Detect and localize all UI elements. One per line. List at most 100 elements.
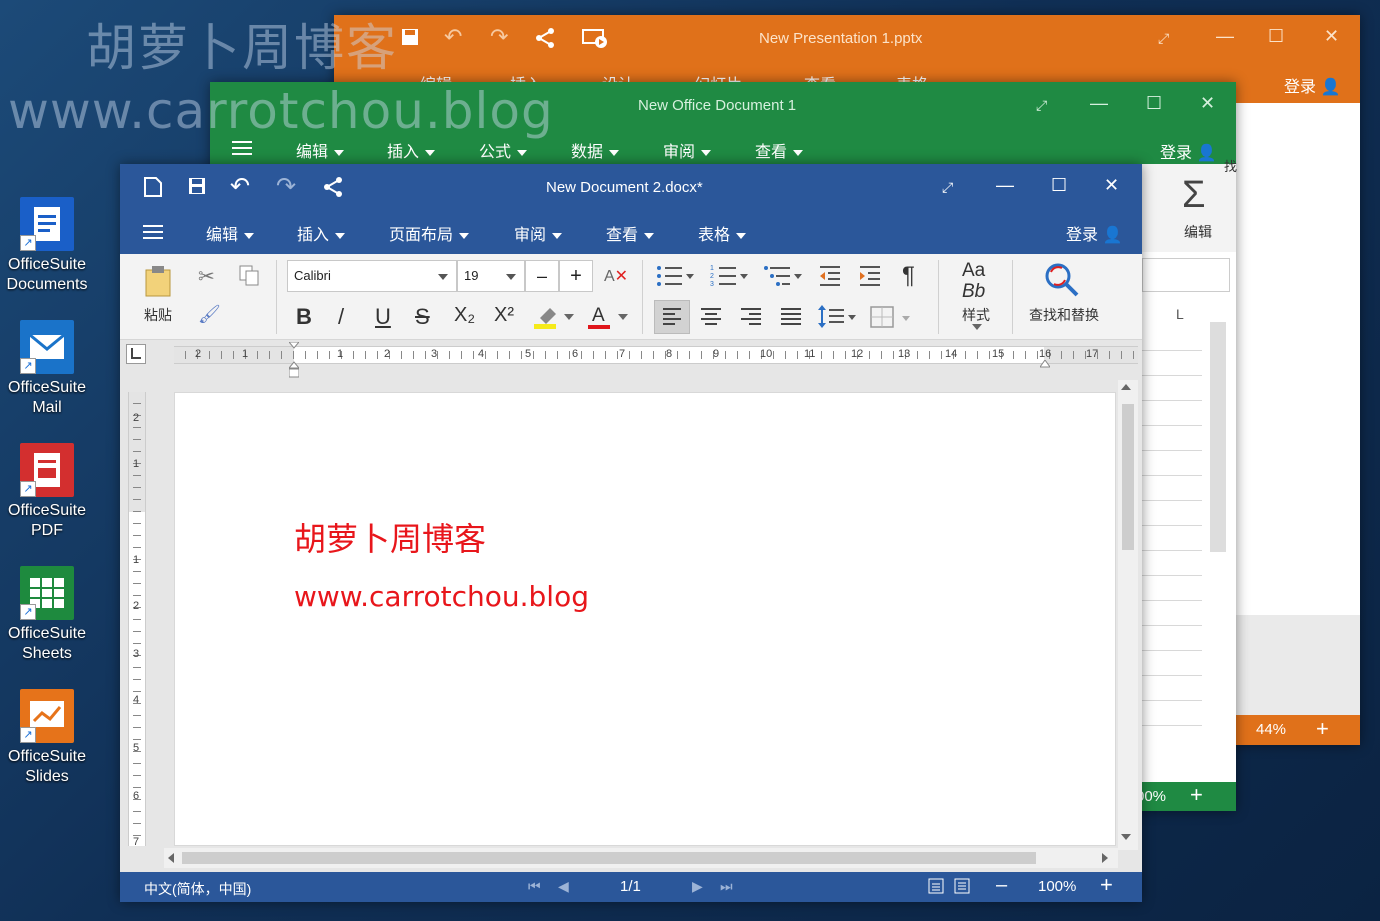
next-page-button[interactable]: ▶ (692, 878, 703, 895)
minimize-button[interactable]: — (996, 176, 1014, 194)
styles-preview-bb[interactable]: Bb (962, 281, 985, 303)
prev-page-button[interactable]: ◀ (558, 878, 569, 895)
superscript-button[interactable]: X² (494, 304, 514, 327)
maximize-button[interactable]: ☐ (1146, 94, 1162, 112)
redo-icon[interactable]: ↷ (490, 24, 508, 50)
zoom-in-button[interactable]: + (1100, 872, 1113, 898)
new-document-icon[interactable] (144, 177, 162, 197)
sheets-vscroll[interactable] (1210, 322, 1226, 552)
minimize-button[interactable]: — (1090, 94, 1108, 112)
multilevel-list-icon[interactable] (764, 264, 804, 288)
align-right-button[interactable] (740, 308, 762, 328)
clear-format-icon[interactable]: A✕ (604, 266, 628, 286)
login-button[interactable]: 登录 👤 (1284, 73, 1340, 97)
menu-table[interactable]: 表格 (698, 221, 747, 245)
font-size-select[interactable]: 19 (457, 260, 525, 292)
desktop-icon-mail[interactable]: ↗ OfficeSuite Mail (2, 320, 92, 418)
close-button[interactable]: ✕ (1200, 94, 1215, 112)
menu-formula[interactable]: 公式 (479, 138, 528, 162)
close-button[interactable]: ✕ (1104, 176, 1119, 194)
fullscreen-icon[interactable]: ⤢ (1036, 96, 1047, 114)
justify-button[interactable] (780, 308, 802, 328)
menu-review[interactable]: 审阅 (663, 138, 712, 162)
document-heading-text[interactable]: 胡萝卜周博客 (294, 514, 486, 560)
close-button[interactable]: ✕ (1324, 27, 1339, 45)
bold-button[interactable]: B (296, 304, 312, 330)
desktop-icon-slides[interactable]: ↗ OfficeSuite Slides (2, 689, 92, 787)
numbered-list-icon[interactable]: 123 (710, 264, 750, 288)
borders-icon[interactable] (870, 306, 916, 330)
underline-button[interactable]: U (375, 304, 391, 330)
formula-bar[interactable] (1142, 258, 1230, 292)
save-icon[interactable] (400, 27, 420, 47)
increase-indent-icon[interactable] (858, 264, 882, 288)
menu-edit[interactable]: 编辑 (206, 221, 255, 245)
vertical-scrollbar[interactable] (1118, 380, 1138, 850)
zoom-in-button[interactable]: + (1316, 716, 1329, 742)
sum-icon[interactable]: Σ (1182, 176, 1206, 214)
document-page[interactable] (174, 392, 1116, 846)
web-view-icon[interactable] (954, 878, 970, 894)
minimize-button[interactable]: — (1216, 27, 1234, 45)
page-view-icon[interactable] (928, 878, 944, 894)
login-button[interactable]: 登录 👤 (1160, 139, 1216, 163)
menu-view[interactable]: 查看 (606, 221, 655, 245)
styles-preview-aa[interactable]: Aa (962, 260, 985, 282)
login-button[interactable]: 登录 👤 (1066, 221, 1122, 245)
first-page-button[interactable]: ⏮ (528, 878, 541, 895)
strikethrough-button[interactable]: S (415, 304, 430, 330)
document-window[interactable]: ↶ ↷ New Document 2.docx* ⤢ — ☐ ✕ 编辑 插入 页… (120, 164, 1142, 902)
menu-layout[interactable]: 页面布局 (389, 221, 470, 245)
styles-dropdown-icon[interactable] (972, 324, 982, 330)
menu-insert[interactable]: 插入 (387, 138, 436, 162)
desktop-icon-documents[interactable]: ↗ OfficeSuite Documents (2, 197, 92, 295)
document-url-text[interactable]: www.carrotchou.blog (294, 580, 589, 613)
horizontal-scroll-thumb[interactable] (182, 852, 1036, 864)
styles-label[interactable]: 样式 (962, 305, 990, 325)
menu-insert[interactable]: 插入 (297, 221, 346, 245)
menu-review[interactable]: 审阅 (514, 221, 563, 245)
vertical-scroll-thumb[interactable] (1122, 404, 1134, 550)
subscript-button[interactable]: X₂ (454, 304, 475, 327)
fullscreen-icon[interactable]: ⤢ (942, 178, 953, 196)
find-replace-label[interactable]: 查找和替换 (1029, 305, 1099, 325)
menu-edit[interactable]: 编辑 (296, 138, 345, 162)
tab-stop-selector[interactable] (126, 344, 146, 364)
zoom-out-button[interactable]: – (996, 874, 1007, 897)
bullet-list-icon[interactable] (656, 264, 696, 288)
decrease-indent-icon[interactable] (818, 264, 842, 288)
find-replace-icon[interactable] (1042, 260, 1082, 300)
format-painter-icon[interactable]: 🖌 (198, 304, 221, 325)
left-indent-marker[interactable] (289, 342, 299, 378)
italic-button[interactable]: / (338, 304, 344, 330)
menu-view[interactable]: 查看 (755, 138, 804, 162)
right-indent-marker[interactable] (1040, 360, 1050, 368)
undo-icon[interactable]: ↶ (230, 172, 250, 201)
last-page-button[interactable]: ⏭ (720, 878, 733, 895)
highlight-color-icon[interactable] (534, 304, 578, 330)
slideshow-icon[interactable] (582, 27, 608, 49)
save-icon[interactable] (188, 177, 206, 195)
paste-icon[interactable] (144, 264, 172, 298)
font-color-icon[interactable]: A (588, 304, 632, 330)
redo-icon[interactable]: ↷ (276, 172, 296, 201)
maximize-button[interactable]: ☐ (1268, 27, 1284, 45)
font-size-increase[interactable]: + (559, 260, 593, 292)
align-center-button[interactable] (700, 308, 722, 328)
fullscreen-icon[interactable]: ⤢ (1158, 29, 1169, 47)
undo-icon[interactable]: ↶ (444, 24, 462, 50)
language-indicator[interactable]: 中文(简体，中国) (144, 879, 251, 899)
share-icon[interactable] (322, 176, 344, 198)
font-name-select[interactable]: Calibri (287, 260, 457, 292)
hamburger-menu-icon[interactable] (232, 140, 252, 156)
maximize-button[interactable]: ☐ (1051, 176, 1067, 194)
line-spacing-icon[interactable] (818, 304, 862, 330)
menu-data[interactable]: 数据 (571, 138, 620, 162)
hamburger-menu-icon[interactable] (143, 224, 163, 240)
paragraph-marks-button[interactable]: ¶ (902, 262, 915, 290)
font-size-decrease[interactable]: – (525, 260, 559, 292)
zoom-in-button[interactable]: + (1190, 782, 1203, 808)
cut-icon[interactable]: ✂ (198, 264, 215, 289)
copy-icon[interactable] (238, 264, 260, 286)
horizontal-scrollbar[interactable] (164, 848, 1118, 868)
